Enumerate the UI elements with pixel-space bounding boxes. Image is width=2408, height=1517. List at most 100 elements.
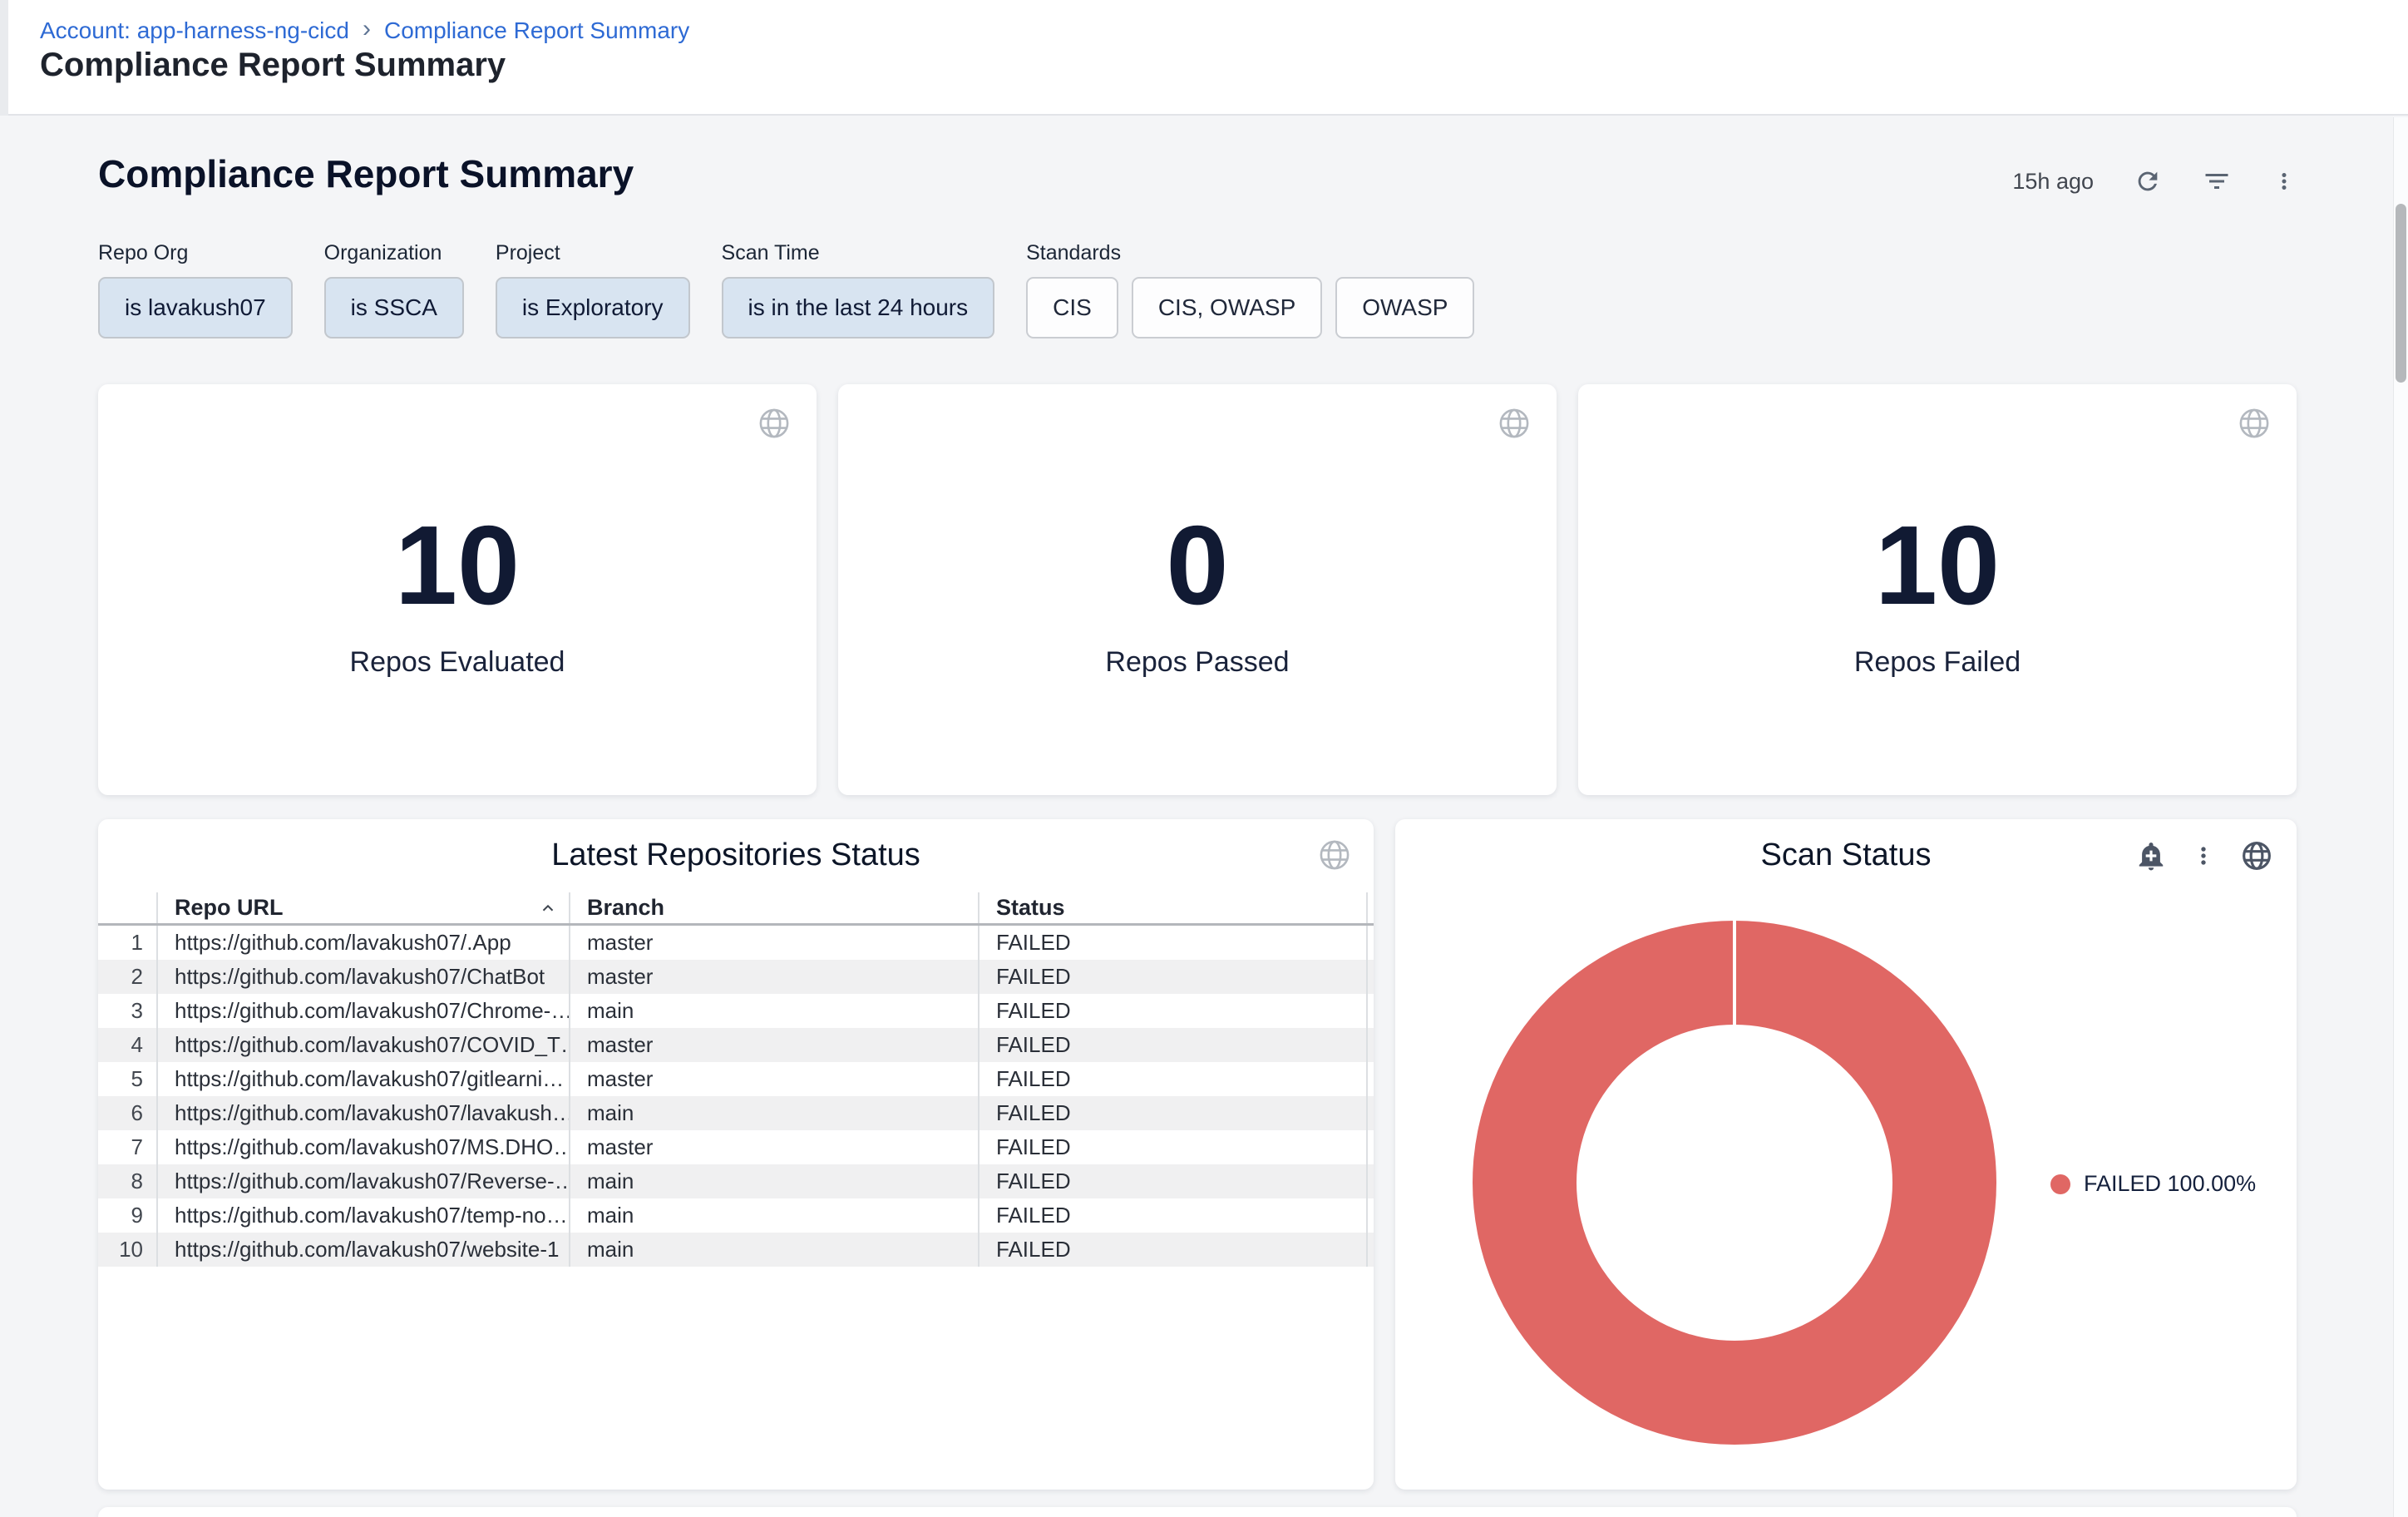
filter-label: Standards: [1026, 241, 1474, 265]
table-row[interactable]: 2 https://github.com/lavakush07/ChatBot …: [98, 960, 1374, 994]
cell-branch: master: [570, 1130, 979, 1164]
table-row[interactable]: 4 https://github.com/lavakush07/COVID_T……: [98, 1028, 1374, 1062]
stat-tiles-row: 10 Repos Evaluated 0 Repos Passed 10 Rep…: [98, 384, 2297, 795]
cell-status: FAILED: [979, 960, 1368, 994]
refresh-icon[interactable]: [2134, 167, 2162, 195]
row-number-header: [98, 892, 158, 923]
filter-chip-project[interactable]: is Exploratory: [496, 277, 690, 338]
cell-branch: main: [570, 994, 979, 1028]
cell-branch: main: [570, 1164, 979, 1198]
legend-swatch-failed: [2050, 1174, 2070, 1194]
filter-group-standards: Standards CIS CIS, OWASP OWASP: [1026, 241, 1474, 338]
tile-repos-passed: 0 Repos Passed: [838, 384, 1557, 795]
table-row[interactable]: 10 https://github.com/lavakush07/website…: [98, 1233, 1374, 1267]
cell-repo-url: https://github.com/lavakush07/gitlearni…: [158, 1062, 570, 1096]
filter-chip-standard-cis-owasp[interactable]: CIS, OWASP: [1132, 277, 1322, 338]
filter-label: Repo Org: [98, 241, 293, 265]
filter-icon[interactable]: [2202, 166, 2232, 196]
stat-value: 0: [1166, 509, 1228, 621]
column-header-repo-url[interactable]: Repo URL: [158, 892, 570, 923]
filter-group-scan-time: Scan Time is in the last 24 hours: [722, 241, 995, 338]
kebab-menu-icon[interactable]: [2190, 843, 2217, 869]
column-header-status[interactable]: Status: [979, 892, 1368, 923]
breadcrumb: Account: app-harness-ng-cicd › Complianc…: [40, 17, 689, 45]
dashboard-controls: 15h ago: [2012, 160, 2297, 203]
filter-chip-standard-cis[interactable]: CIS: [1026, 277, 1118, 338]
filter-chip-standard-owasp[interactable]: OWASP: [1335, 277, 1474, 338]
column-label: Branch: [587, 895, 664, 921]
cell-repo-url: https://github.com/lavakush07/ChatBot: [158, 960, 570, 994]
bell-add-icon[interactable]: [2135, 840, 2167, 872]
cell-status: FAILED: [979, 926, 1368, 960]
filter-group-project: Project is Exploratory: [496, 241, 690, 338]
next-card-partial: [98, 1507, 2297, 1517]
filter-label: Scan Time: [722, 241, 995, 265]
last-refresh-time: 15h ago: [2012, 169, 2094, 195]
stat-label: Repos Evaluated: [350, 646, 565, 679]
cell-status: FAILED: [979, 1130, 1368, 1164]
bottom-row: Latest Repositories Status Repo URL Bran…: [98, 819, 2297, 1490]
cell-status: FAILED: [979, 1198, 1368, 1233]
filter-group-organization: Organization is SSCA: [324, 241, 464, 338]
kebab-menu-icon[interactable]: [2272, 169, 2297, 194]
chart-legend: FAILED 100.00%: [2050, 1171, 2256, 1197]
table-title: Latest Repositories Status: [98, 838, 1374, 873]
scrollbar[interactable]: [2393, 117, 2408, 1517]
table-row[interactable]: 7 https://github.com/lavakush07/MS.DHO… …: [98, 1130, 1374, 1164]
row-number: 5: [98, 1062, 158, 1096]
table-row[interactable]: 8 https://github.com/lavakush07/Reverse-…: [98, 1164, 1374, 1198]
latest-repositories-card: Latest Repositories Status Repo URL Bran…: [98, 819, 1374, 1490]
stat-label: Repos Failed: [1854, 646, 2021, 679]
globe-icon[interactable]: [2237, 406, 2272, 445]
filter-label: Organization: [324, 241, 464, 265]
table-row[interactable]: 6 https://github.com/lavakush07/lavakush…: [98, 1096, 1374, 1130]
donut-slice-divider: [1733, 921, 1736, 1025]
breadcrumb-account-link[interactable]: Account: app-harness-ng-cicd: [40, 17, 349, 44]
scan-card-actions: [2135, 839, 2273, 872]
row-number: 3: [98, 994, 158, 1028]
cell-repo-url: https://github.com/lavakush07/temp-no…: [158, 1198, 570, 1233]
cell-branch: main: [570, 1096, 979, 1130]
cell-repo-url: https://github.com/lavakush07/MS.DHO…: [158, 1130, 570, 1164]
globe-icon[interactable]: [1317, 838, 1352, 877]
cell-repo-url: https://github.com/lavakush07/.App: [158, 926, 570, 960]
donut-chart[interactable]: [1473, 921, 1996, 1445]
filter-chip-scan-time[interactable]: is in the last 24 hours: [722, 277, 995, 338]
repositories-table: Repo URL Branch Status 1 https://github.…: [98, 892, 1374, 1267]
stat-value: 10: [1875, 509, 2000, 621]
cell-branch: main: [570, 1233, 979, 1267]
globe-icon[interactable]: [2240, 839, 2273, 872]
filter-group-repo-org: Repo Org is lavakush07: [98, 241, 293, 338]
legend-label: FAILED 100.00%: [2084, 1171, 2256, 1197]
row-number: 7: [98, 1130, 158, 1164]
table-row[interactable]: 3 https://github.com/lavakush07/Chrome-……: [98, 994, 1374, 1028]
table-body: 1 https://github.com/lavakush07/.App mas…: [98, 926, 1374, 1267]
table-row[interactable]: 9 https://github.com/lavakush07/temp-no……: [98, 1198, 1374, 1233]
cell-branch: master: [570, 1028, 979, 1062]
column-label: Status: [996, 895, 1065, 921]
globe-icon[interactable]: [1497, 406, 1532, 445]
cell-repo-url: https://github.com/lavakush07/Reverse-…: [158, 1164, 570, 1198]
left-gutter: [0, 0, 8, 116]
dashboard-title: Compliance Report Summary: [98, 151, 634, 196]
table-row[interactable]: 5 https://github.com/lavakush07/gitlearn…: [98, 1062, 1374, 1096]
globe-icon[interactable]: [757, 406, 792, 445]
table-row[interactable]: 1 https://github.com/lavakush07/.App mas…: [98, 926, 1374, 960]
row-number: 8: [98, 1164, 158, 1198]
cell-status: FAILED: [979, 1233, 1368, 1267]
cell-repo-url: https://github.com/lavakush07/Chrome-…: [158, 994, 570, 1028]
filter-chip-repo-org[interactable]: is lavakush07: [98, 277, 293, 338]
sort-asc-icon: [539, 899, 557, 917]
row-number: 6: [98, 1096, 158, 1130]
page-header: Account: app-harness-ng-cicd › Complianc…: [0, 0, 2408, 116]
stat-value: 10: [395, 509, 520, 621]
column-header-branch[interactable]: Branch: [570, 892, 979, 923]
filter-chip-organization[interactable]: is SSCA: [324, 277, 464, 338]
stat-label: Repos Passed: [1105, 646, 1289, 679]
filter-bar: Repo Org is lavakush07 Organization is S…: [98, 241, 1474, 338]
scrollbar-thumb[interactable]: [2396, 204, 2406, 383]
cell-status: FAILED: [979, 1164, 1368, 1198]
row-number: 1: [98, 926, 158, 960]
row-number: 4: [98, 1028, 158, 1062]
breadcrumb-current-link[interactable]: Compliance Report Summary: [384, 17, 689, 44]
